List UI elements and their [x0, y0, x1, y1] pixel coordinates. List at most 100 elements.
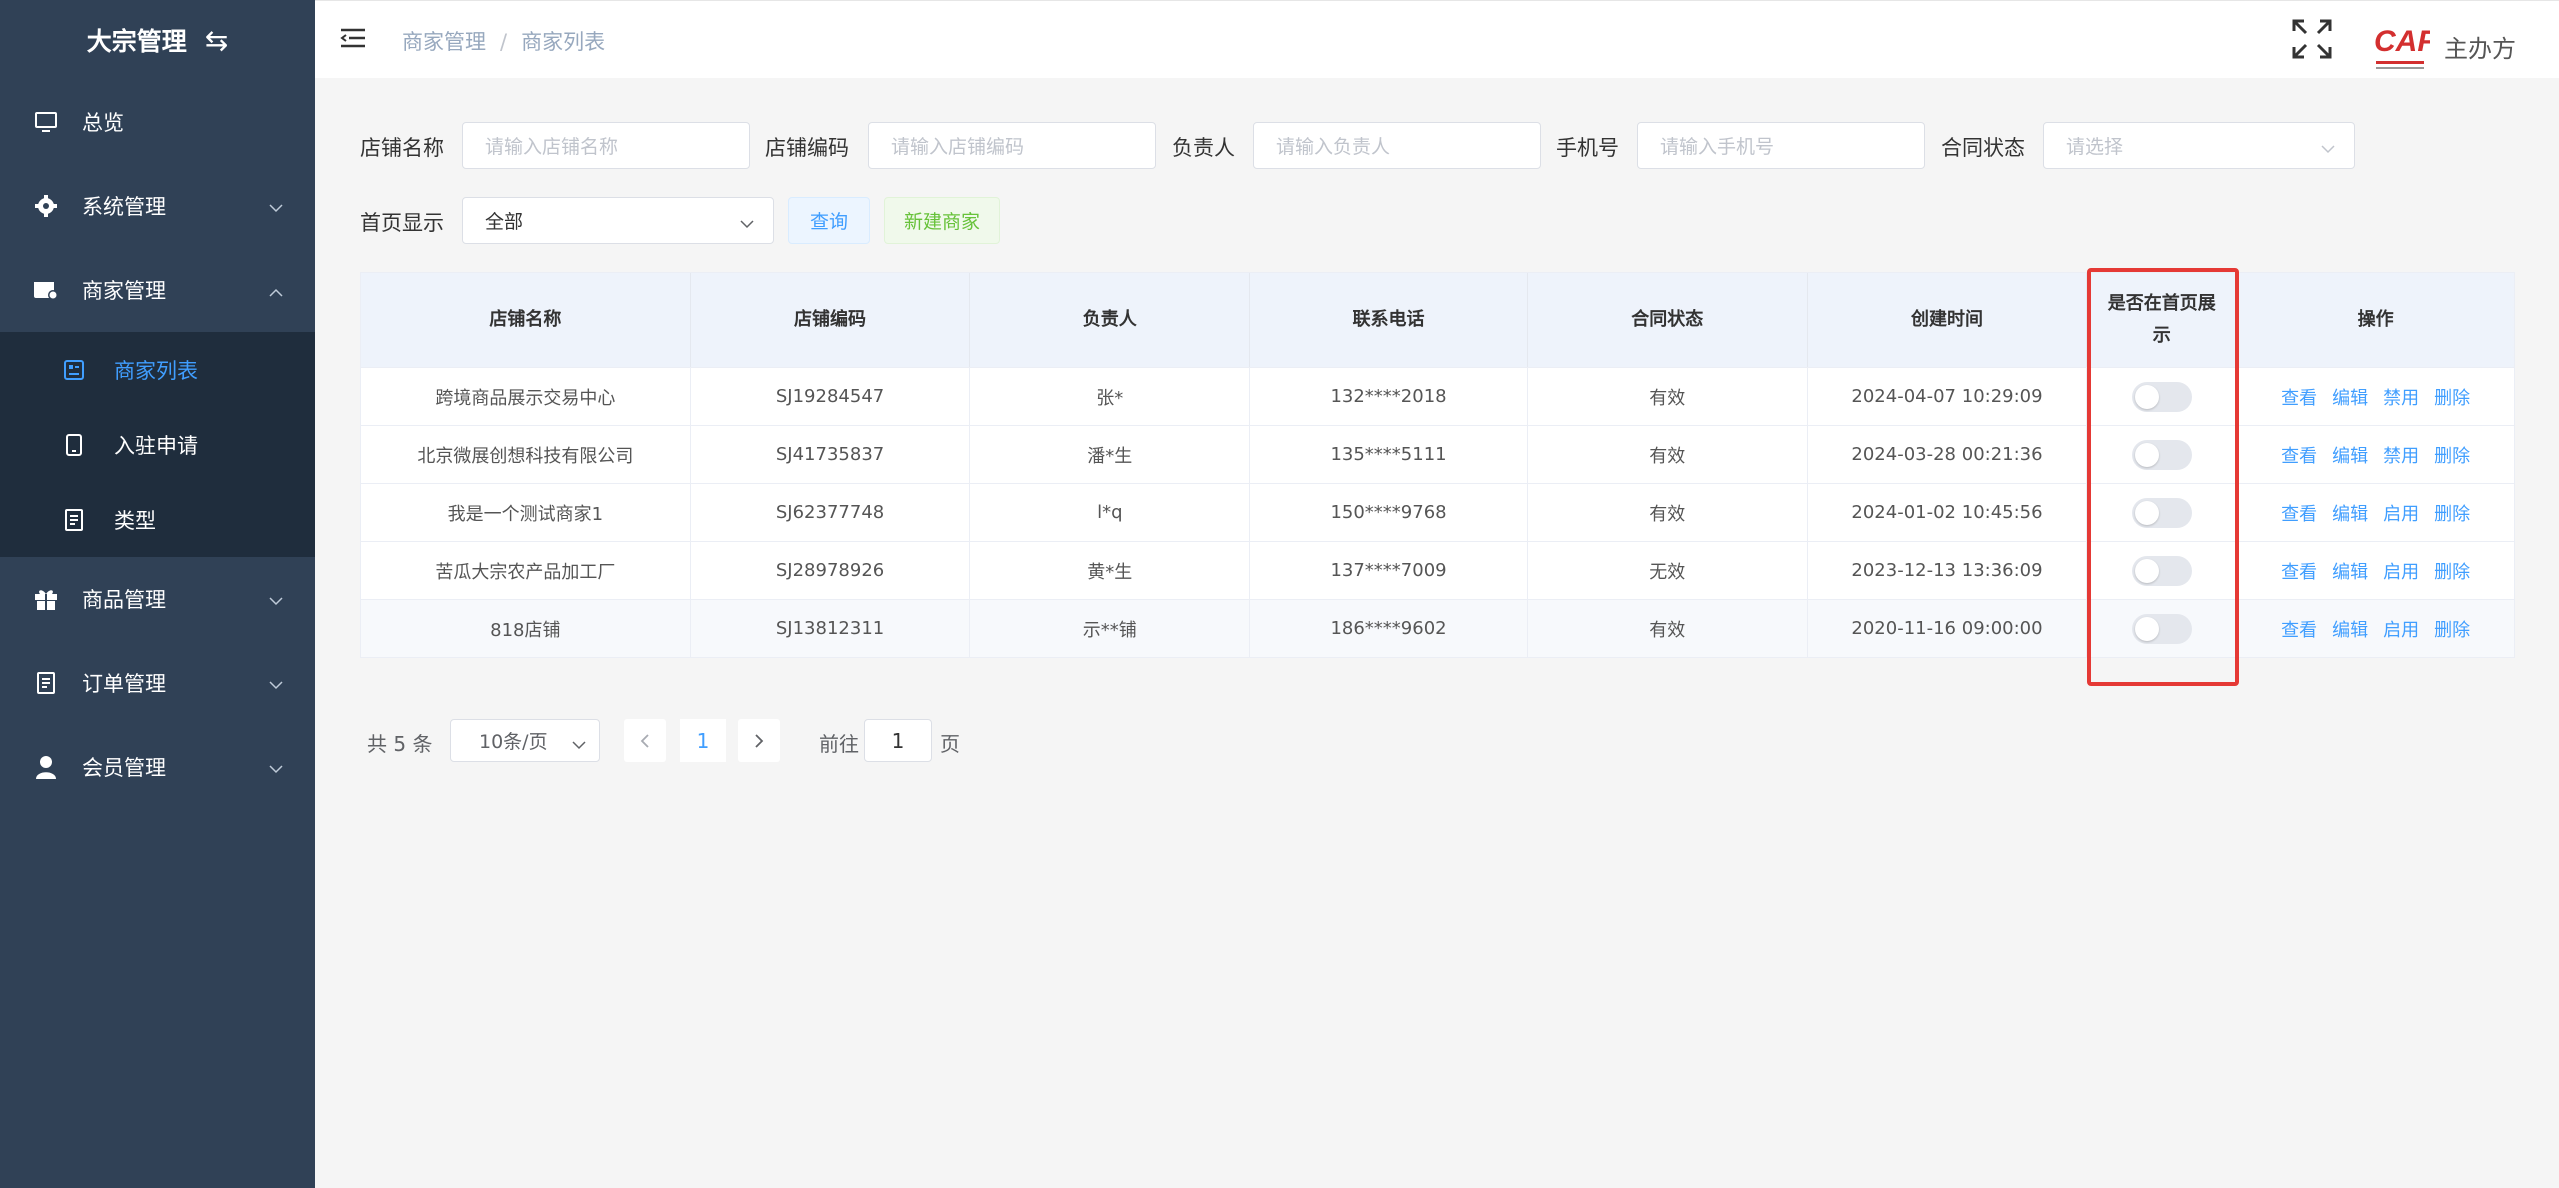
prev-page-button[interactable] [624, 719, 666, 762]
cell-shop-name: 北京微展创想科技有限公司 [361, 426, 691, 483]
delete-link[interactable]: 删除 [2434, 384, 2470, 410]
sidebar-item-merchant-list[interactable]: 商家列表 [0, 332, 315, 407]
sidebar-item-members[interactable]: 会员管理 [0, 725, 315, 809]
sidebar-subitem-label: 类型 [114, 508, 156, 533]
cell-owner: 示**铺 [970, 600, 1251, 657]
homepage-toggle-switch[interactable] [2131, 555, 2192, 586]
owner-label: 负责人 [1172, 136, 1235, 160]
homepage-toggle-switch[interactable] [2131, 613, 2192, 644]
cell-homepage-display [2087, 368, 2238, 425]
cell-homepage-display [2087, 426, 2238, 483]
table-row: 跨境商品展示交易中心 SJ19284547 张* 132****2018 有效 2024-… [361, 367, 2514, 425]
switch-knob [2134, 384, 2159, 409]
view-link[interactable]: 查看 [2281, 558, 2317, 584]
sidebar-item-overview[interactable]: 总览 [0, 80, 315, 164]
shop-code-label: 店铺编码 [765, 136, 849, 160]
org-name[interactable]: 主办方 [2444, 29, 2516, 64]
cell-created-time: 2020-11-16 09:00:00 [1808, 600, 2088, 657]
shop-code-input[interactable]: 请输入店铺编码 [868, 122, 1156, 169]
homepage-toggle-switch[interactable] [2131, 497, 2192, 528]
breadcrumb-separator: / [500, 30, 508, 54]
column-header: 是否在首页展示 [2087, 273, 2238, 367]
delete-link[interactable]: 删除 [2434, 616, 2470, 642]
cell-actions: 查看 编辑 启用 删除 [2237, 600, 2514, 657]
view-link[interactable]: 查看 [2281, 500, 2317, 526]
page-suffix: 页 [940, 732, 960, 756]
switch-knob [2134, 500, 2159, 525]
switch-icon[interactable]: ⇆ [205, 24, 228, 57]
chevron-down-icon [269, 671, 283, 695]
edit-link[interactable]: 编辑 [2332, 442, 2368, 468]
sidebar-item-merchant[interactable]: 商家管理 [0, 248, 315, 332]
toggle-status-link[interactable]: 启用 [2383, 558, 2419, 584]
fullscreen-icon[interactable] [2290, 17, 2334, 61]
chevron-down-icon [739, 212, 755, 234]
gear-icon [32, 192, 60, 220]
delete-link[interactable]: 删除 [2434, 442, 2470, 468]
top-header: 商家管理 / 商家列表 CAF 主办方 [315, 0, 2559, 78]
merchant-submenu: 商家列表 入驻申请 类型 [0, 332, 315, 557]
column-header: 店铺名称 [361, 273, 691, 367]
table-row: 818店铺 SJ13812311 示**铺 186****9602 有效 2020-11-… [361, 599, 2514, 657]
toggle-status-link[interactable]: 禁用 [2383, 384, 2419, 410]
sidebar-item-label: 订单管理 [82, 672, 166, 696]
delete-link[interactable]: 删除 [2434, 558, 2470, 584]
contract-status-label: 合同状态 [1941, 136, 2025, 160]
sidebar-item-goods[interactable]: 商品管理 [0, 557, 315, 641]
delete-link[interactable]: 删除 [2434, 500, 2470, 526]
sidebar-item-settle-apply[interactable]: 入驻申请 [0, 407, 315, 482]
page-size-select[interactable]: 10条/页 [450, 719, 600, 762]
cell-contract-status: 有效 [1528, 600, 1808, 657]
sidebar-item-orders[interactable]: 订单管理 [0, 641, 315, 725]
shop-name-label: 店铺名称 [360, 136, 444, 160]
edit-link[interactable]: 编辑 [2332, 616, 2368, 642]
phone-label: 手机号 [1556, 136, 1619, 160]
table-row: 苦瓜大宗农产品加工厂 SJ28978926 黄*生 137****7009 无效 2023… [361, 541, 2514, 599]
column-header: 负责人 [970, 273, 1251, 367]
store-icon [32, 276, 60, 304]
edit-link[interactable]: 编辑 [2332, 500, 2368, 526]
cell-owner: 黄*生 [970, 542, 1251, 599]
view-link[interactable]: 查看 [2281, 442, 2317, 468]
contract-status-select[interactable]: 请选择 [2043, 122, 2355, 169]
homepage-toggle-switch[interactable] [2131, 439, 2192, 470]
cell-phone: 135****5111 [1250, 426, 1528, 483]
select-value: 全部 [485, 211, 524, 233]
toggle-status-link[interactable]: 启用 [2383, 500, 2419, 526]
cell-homepage-display [2087, 600, 2238, 657]
toggle-status-link[interactable]: 启用 [2383, 616, 2419, 642]
next-page-button[interactable] [738, 719, 780, 762]
homepage-toggle-switch[interactable] [2131, 381, 2192, 412]
switch-knob [2134, 616, 2159, 641]
sidebar-item-type[interactable]: 类型 [0, 482, 315, 557]
toggle-status-link[interactable]: 禁用 [2383, 442, 2419, 468]
sidebar-item-system[interactable]: 系统管理 [0, 164, 315, 248]
breadcrumb-item[interactable]: 商家管理 [402, 30, 486, 54]
homepage-display-select[interactable]: 全部 [462, 197, 774, 244]
page-number-current[interactable]: 1 [680, 719, 726, 762]
edit-link[interactable]: 编辑 [2332, 384, 2368, 410]
hamburger-icon[interactable] [340, 27, 366, 49]
owner-input[interactable]: 请输入负责人 [1253, 122, 1541, 169]
placeholder-text: 请输入店铺编码 [891, 136, 1025, 158]
column-header: 合同状态 [1528, 273, 1808, 367]
goto-page-input[interactable]: 1 [864, 719, 932, 762]
goto-label: 前往 [819, 732, 859, 756]
query-button[interactable]: 查询 [788, 197, 870, 244]
new-merchant-button[interactable]: 新建商家 [884, 197, 1000, 244]
shop-name-input[interactable]: 请输入店铺名称 [462, 122, 750, 169]
sidebar: 大宗管理 ⇆ 总览 系统管理 商家管理 商家列表 入驻申请 类型 商品管理 订单… [0, 0, 315, 1188]
breadcrumb-item: 商家列表 [521, 30, 606, 54]
chevron-down-icon [269, 194, 283, 218]
monitor-icon [32, 108, 60, 136]
column-header: 创建时间 [1808, 273, 2088, 367]
chevron-up-icon [269, 278, 283, 302]
edit-link[interactable]: 编辑 [2332, 558, 2368, 584]
merchant-table: 店铺名称 店铺编码 负责人 联系电话 合同状态 创建时间 是否在首页展示 操作 … [360, 272, 2515, 658]
placeholder-text: 请选择 [2066, 136, 2124, 158]
cell-homepage-display [2087, 484, 2238, 541]
view-link[interactable]: 查看 [2281, 616, 2317, 642]
view-link[interactable]: 查看 [2281, 384, 2317, 410]
cell-phone: 132****2018 [1250, 368, 1528, 425]
phone-input[interactable]: 请输入手机号 [1637, 122, 1925, 169]
